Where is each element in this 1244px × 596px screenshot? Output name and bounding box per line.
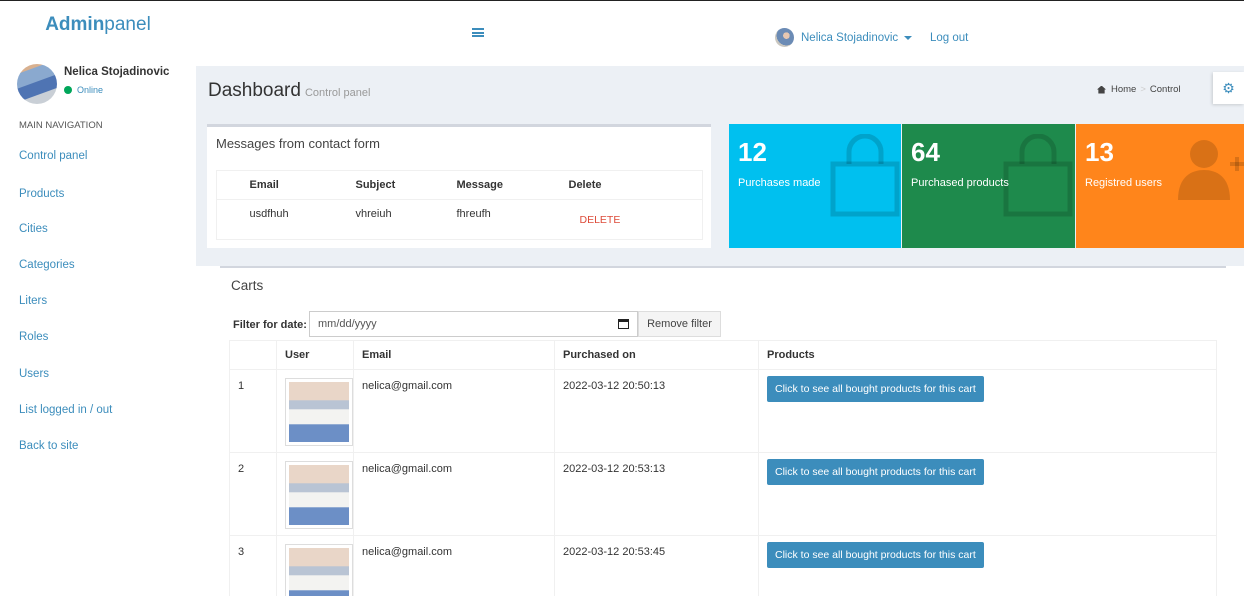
user-photo (285, 378, 353, 446)
column-header: Delete (557, 170, 703, 200)
column-header: Purchased on (554, 340, 759, 370)
stat-label: Registred users (1085, 177, 1163, 189)
user-menu-name: Nelica Stojadinovic (801, 31, 899, 44)
view-cart-products-button[interactable]: Click to see all bought products for thi… (767, 542, 984, 568)
stat-value: 13 (1085, 137, 1114, 167)
row-number: 3 (229, 535, 277, 596)
nav-header: MAIN NAVIGATION (19, 120, 103, 131)
page-title: Dashboard Control panel (208, 80, 371, 101)
settings-toggle[interactable]: ⚙ (1213, 72, 1244, 104)
avatar (775, 28, 794, 47)
messages-box: Messages from contact form Email Subject… (207, 124, 711, 248)
top-rule (0, 0, 1244, 1)
user-menu-dropdown[interactable]: Nelica Stojadinovic (775, 28, 913, 47)
message-body: fhreufh (445, 199, 558, 240)
column-header: Subject (344, 170, 446, 200)
view-cart-products-button[interactable]: Click to see all bought products for thi… (767, 376, 984, 402)
row-number: 1 (229, 369, 277, 453)
menu-toggle-icon[interactable] (472, 28, 484, 37)
column-header: Products (758, 340, 1217, 370)
row-number: 2 (229, 452, 277, 536)
app-logo[interactable]: Adminpanel (0, 14, 196, 36)
filter-label: Filter for date: (233, 319, 307, 331)
status-dot-icon (64, 86, 72, 94)
carts-table: User Email Purchased on Products 1 nelic… (229, 340, 1217, 596)
stat-label: Purchases made (738, 177, 821, 189)
sidebar-item-control-panel[interactable]: Control panel (19, 150, 87, 162)
stat-label: Purchased products (911, 177, 1009, 189)
stat-tile-purchases[interactable]: 12 Purchases made (729, 124, 901, 248)
sidebar-item-categories[interactable]: Categories (19, 259, 75, 271)
message-email: usdfhuh (238, 199, 345, 240)
row-date: 2022-03-12 20:53:45 (554, 535, 759, 596)
gear-icon: ⚙ (1222, 79, 1235, 96)
sidebar: Nelica Stojadinovic Online MAIN NAVIGATI… (0, 58, 196, 596)
shopping-bag-icon (830, 134, 900, 217)
row-email: nelica@gmail.com (353, 369, 555, 453)
column-header: Message (445, 170, 558, 200)
sidebar-item-cities[interactable]: Cities (19, 223, 48, 235)
view-cart-products-button[interactable]: Click to see all bought products for thi… (767, 459, 984, 485)
date-filter-input[interactable]: mm/dd/yyyy (309, 311, 638, 337)
online-status: Online (64, 85, 164, 95)
sidebar-item-users[interactable]: Users (19, 368, 49, 380)
user-photo (285, 544, 353, 596)
stat-tile-users[interactable]: 13 Registred users (1076, 124, 1244, 248)
message-subject: vhreiuh (344, 199, 446, 240)
stat-value: 64 (911, 137, 940, 167)
stat-value: 12 (738, 137, 767, 167)
table-header-row: User Email Purchased on Products (229, 340, 1217, 370)
logo-rest: panel (104, 14, 151, 35)
table-row: 2 nelica@gmail.com 2022-03-12 20:53:13 C… (229, 452, 1217, 536)
messages-table: Email Subject Message Delete usdfhuh vhr… (216, 170, 703, 240)
stat-tile-products[interactable]: 64 Purchased products (902, 124, 1075, 248)
column-header: Email (238, 170, 345, 200)
remove-filter-button[interactable]: Remove filter (638, 311, 721, 337)
table-header-row: Email Subject Message Delete (216, 170, 703, 200)
sidebar-avatar (17, 64, 57, 104)
sidebar-item-login-log[interactable]: List logged in / out (19, 404, 112, 416)
table-row: 1 nelica@gmail.com 2022-03-12 20:50:13 C… (229, 369, 1217, 453)
row-date: 2022-03-12 20:53:13 (554, 452, 759, 536)
home-icon (1097, 85, 1106, 94)
user-add-icon (1178, 140, 1244, 200)
calendar-icon[interactable] (618, 319, 629, 329)
date-placeholder: mm/dd/yyyy (318, 318, 377, 330)
row-email: nelica@gmail.com (353, 535, 555, 596)
table-row: usdfhuh vhreiuh fhreufh DELETE (216, 199, 703, 240)
row-date: 2022-03-12 20:50:13 (554, 369, 759, 453)
breadcrumb: Home > Control (1097, 84, 1181, 95)
breadcrumb-current: Control (1149, 84, 1181, 95)
table-row: 3 nelica@gmail.com 2022-03-12 20:53:45 C… (229, 535, 1217, 596)
column-header: User (276, 340, 354, 370)
carts-box: Carts Filter for date: mm/dd/yyyy Remove… (220, 266, 1226, 596)
sidebar-item-back-to-site[interactable]: Back to site (19, 440, 78, 452)
delete-button[interactable]: DELETE (580, 214, 621, 226)
page-subtitle: Control panel (304, 87, 371, 99)
sidebar-item-roles[interactable]: Roles (19, 331, 48, 343)
caret-down-icon (904, 35, 913, 40)
column-header: Email (353, 340, 555, 370)
column-header (229, 340, 277, 370)
carts-title: Carts (231, 278, 264, 293)
row-email: nelica@gmail.com (353, 452, 555, 536)
sidebar-item-products[interactable]: Products (19, 188, 64, 200)
shopping-bag-icon (1003, 134, 1073, 217)
logout-link[interactable]: Log out (930, 32, 968, 44)
user-photo (285, 461, 353, 529)
messages-title: Messages from contact form (216, 136, 380, 151)
sidebar-item-liters[interactable]: Liters (19, 295, 47, 307)
sidebar-user-name: Nelica Stojadinovic (64, 66, 170, 78)
logo-bold: Admin (45, 14, 105, 35)
breadcrumb-home[interactable]: Home (1111, 84, 1136, 95)
